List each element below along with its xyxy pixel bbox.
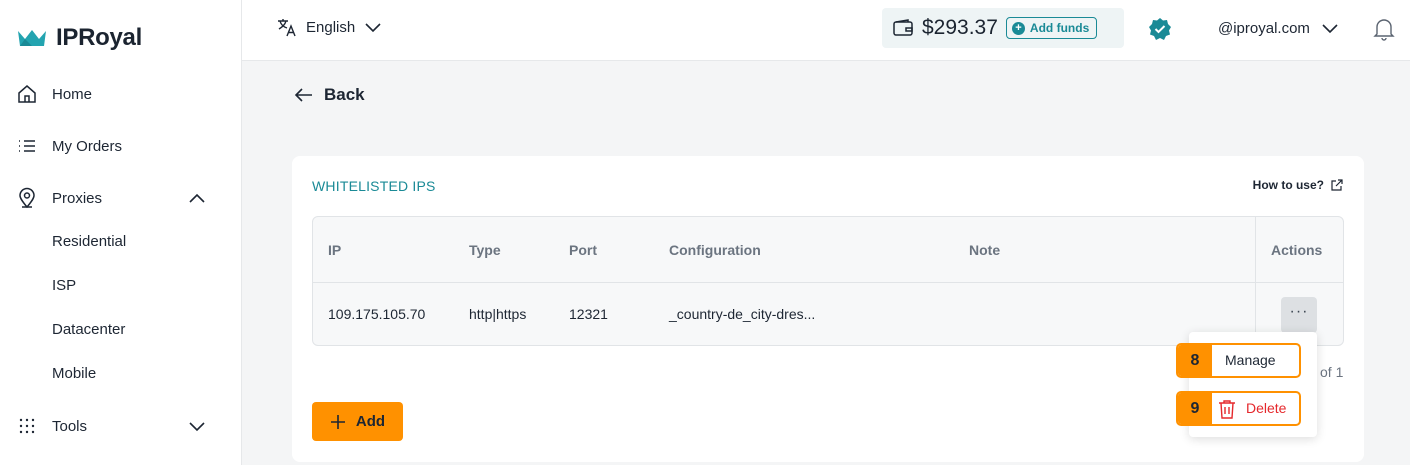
crown-logo-icon bbox=[18, 30, 46, 46]
menu-item-manage[interactable]: 8 Manage bbox=[1176, 343, 1301, 378]
bell-icon[interactable] bbox=[1373, 17, 1395, 41]
sidebar-subitem-isp[interactable]: ISP bbox=[52, 277, 76, 294]
language-selector[interactable]: English bbox=[276, 16, 383, 38]
chevron-down-icon bbox=[365, 23, 381, 33]
plus-icon bbox=[330, 414, 345, 429]
chevron-down-icon bbox=[1322, 24, 1338, 34]
menu-item-label: Manage bbox=[1225, 352, 1276, 368]
back-link[interactable]: Back bbox=[294, 85, 365, 105]
sidebar-item-my-orders[interactable]: My Orders bbox=[16, 134, 122, 158]
add-funds-label: Add funds bbox=[1029, 21, 1090, 35]
section-title: WHITELISTED IPS bbox=[312, 178, 436, 194]
column-header-type: Type bbox=[469, 242, 501, 258]
sidebar-item-home[interactable]: Home bbox=[16, 82, 92, 106]
chevron-down-icon[interactable] bbox=[186, 415, 208, 437]
verified-badge-icon bbox=[1149, 18, 1171, 40]
column-header-note: Note bbox=[969, 242, 1001, 258]
list-icon bbox=[16, 135, 38, 157]
account-email: @iproyal.com bbox=[1218, 19, 1310, 37]
balance-amount: $293.37 bbox=[922, 16, 998, 39]
column-header-port: Port bbox=[569, 242, 597, 258]
brand-name: IPRoyal bbox=[56, 24, 142, 51]
account-menu[interactable]: @iproyal.com bbox=[1218, 18, 1340, 38]
sidebar-subitem-mobile[interactable]: Mobile bbox=[52, 365, 96, 382]
translate-icon bbox=[278, 19, 296, 37]
logo[interactable]: IPRoyal bbox=[16, 24, 142, 52]
plus-circle-icon: + bbox=[1011, 21, 1025, 35]
cell-port: 12321 bbox=[569, 306, 608, 322]
sidebar-item-label: My Orders bbox=[52, 137, 123, 155]
cell-type: http|https bbox=[469, 306, 527, 322]
step-badge: 9 bbox=[1178, 393, 1212, 424]
chevron-up-icon[interactable] bbox=[186, 187, 208, 209]
external-link-icon bbox=[1331, 179, 1343, 191]
grid-dots-icon bbox=[16, 415, 38, 437]
sidebar-subitem-datacenter[interactable]: Datacenter bbox=[52, 321, 125, 338]
column-header-ip: IP bbox=[328, 242, 342, 258]
column-header-configuration: Configuration bbox=[669, 242, 761, 258]
topbar: English $293.37 + Add funds @iproyal.com bbox=[242, 0, 1410, 61]
sidebar-item-tools[interactable]: Tools bbox=[16, 414, 87, 438]
step-badge: 8 bbox=[1178, 345, 1212, 376]
sidebar-subitem-residential[interactable]: Residential bbox=[52, 233, 126, 250]
menu-item-label: Delete bbox=[1246, 400, 1287, 416]
pagination-total: of 1 bbox=[1320, 364, 1344, 380]
trash-icon bbox=[1219, 400, 1235, 419]
location-pin-icon bbox=[16, 187, 38, 209]
wallet-balance: $293.37 + Add funds bbox=[882, 8, 1124, 48]
row-actions-button[interactable]: ··· bbox=[1281, 297, 1317, 333]
how-to-use-link[interactable]: How to use? bbox=[1253, 178, 1344, 192]
sidebar-item-label: Tools bbox=[52, 417, 88, 435]
arrow-left-icon bbox=[294, 88, 312, 102]
back-label: Back bbox=[324, 85, 365, 104]
how-to-use-label: How to use? bbox=[1252, 178, 1324, 192]
wallet-icon bbox=[893, 19, 913, 36]
sidebar: IPRoyal Home My Orders Proxies Residenti… bbox=[0, 0, 242, 465]
sidebar-item-proxies[interactable]: Proxies bbox=[16, 186, 102, 210]
menu-item-delete[interactable]: 9 Delete bbox=[1176, 391, 1301, 426]
language-label: English bbox=[306, 18, 356, 36]
table-header: IP Type Port Configuration Note Actions bbox=[313, 217, 1343, 283]
cell-configuration: _country-de_city-dres... bbox=[669, 306, 816, 322]
home-icon bbox=[16, 83, 38, 105]
whitelisted-ips-table: IP Type Port Configuration Note Actions … bbox=[312, 216, 1344, 346]
cell-ip: 109.175.105.70 bbox=[328, 306, 426, 322]
sidebar-item-label: Home bbox=[52, 85, 93, 103]
add-label: Add bbox=[355, 413, 386, 430]
add-ip-button[interactable]: Add bbox=[312, 402, 403, 441]
add-funds-button[interactable]: + Add funds bbox=[1005, 17, 1098, 39]
sidebar-item-label: Proxies bbox=[52, 189, 103, 207]
